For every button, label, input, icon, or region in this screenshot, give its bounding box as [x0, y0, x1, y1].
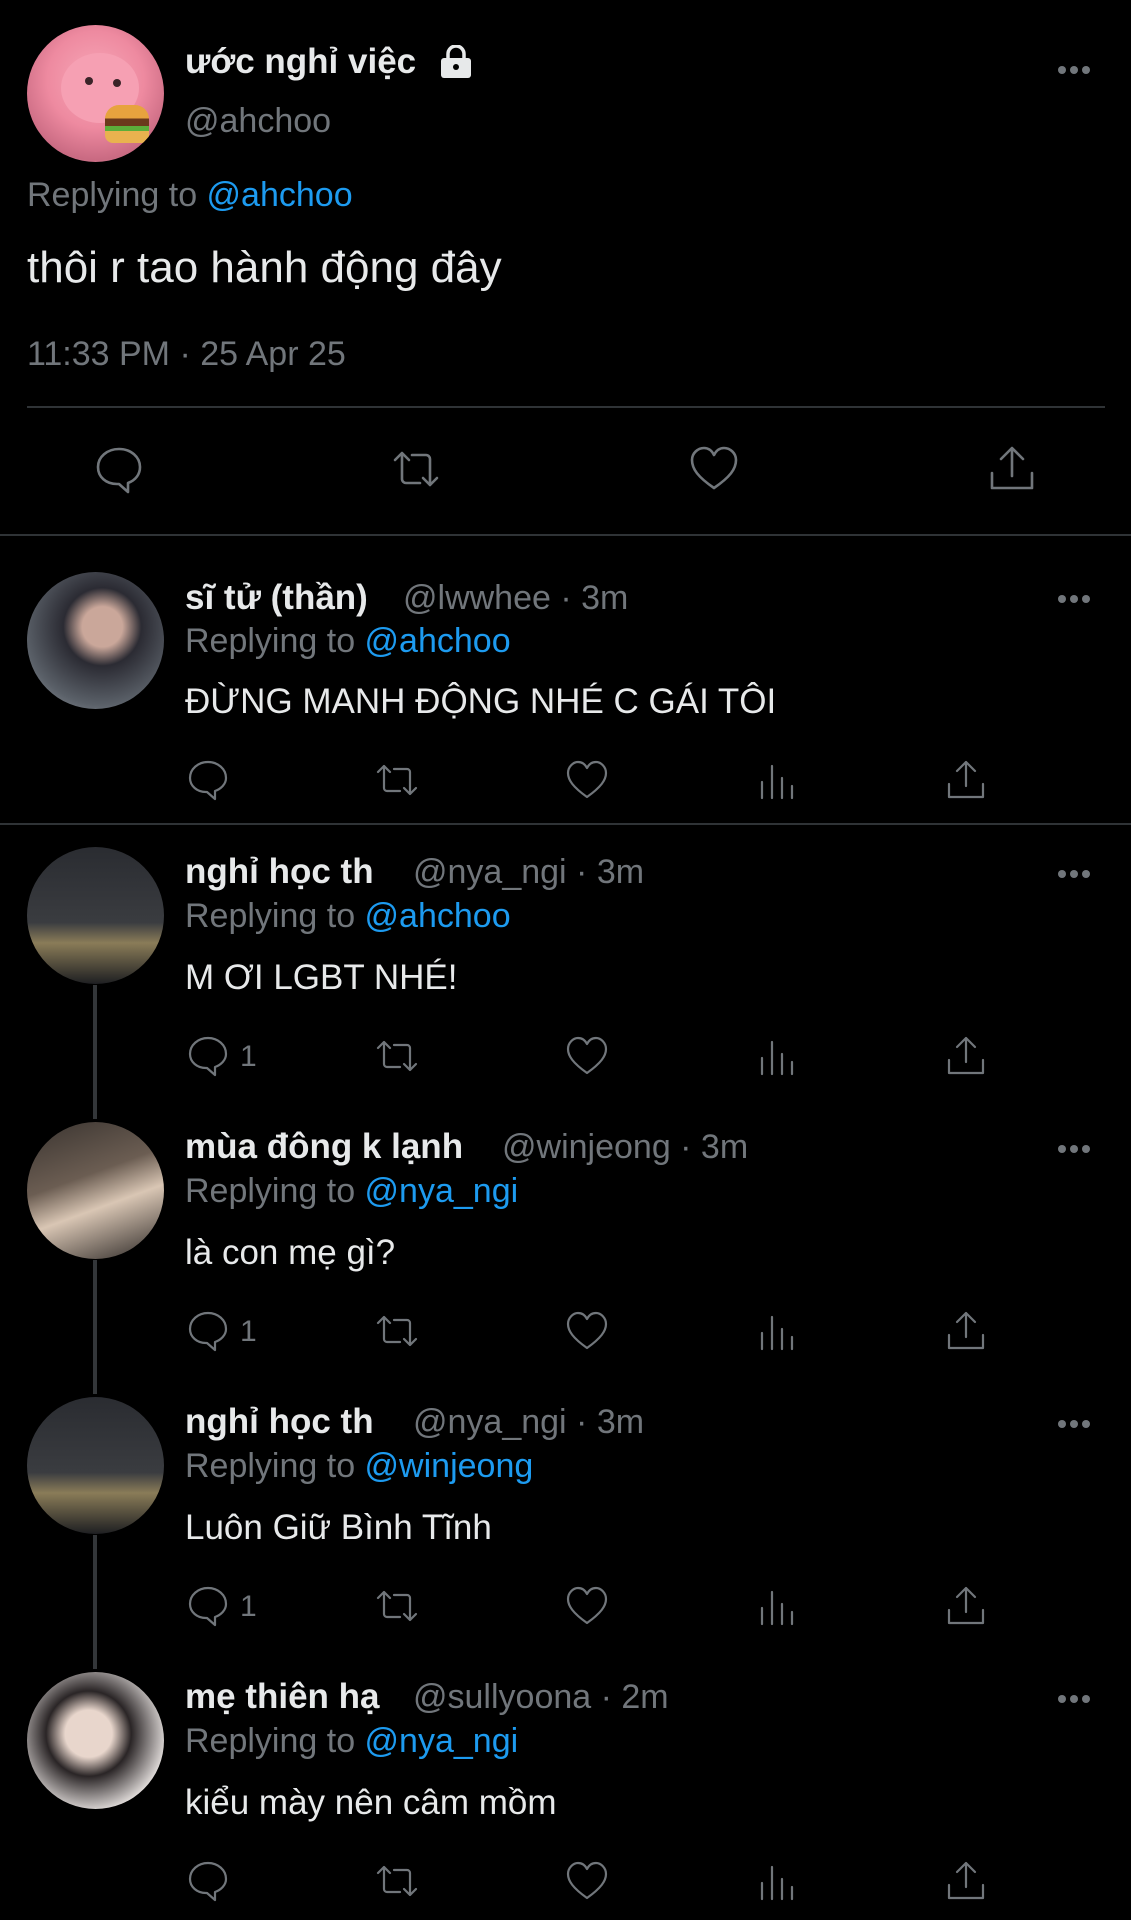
- like-icon[interactable]: [565, 1034, 609, 1078]
- display-name[interactable]: nghỉ học th: [185, 852, 374, 892]
- reply-icon[interactable]: [93, 443, 145, 495]
- tweet-text: kiểu mày nên câm mồm: [185, 1783, 557, 1822]
- retweet-icon[interactable]: [375, 1034, 419, 1078]
- handle-time[interactable]: @nya_ngi · 3m: [413, 853, 644, 892]
- replying-to: Replying to @nya_ngi: [185, 1172, 518, 1211]
- lock-icon: [437, 45, 475, 79]
- views-icon[interactable]: [755, 1309, 799, 1353]
- display-name[interactable]: nghỉ học th: [185, 1402, 374, 1442]
- share-icon[interactable]: [944, 1859, 988, 1903]
- reply-count: 1: [240, 1315, 257, 1348]
- like-icon[interactable]: [565, 1309, 609, 1353]
- avatar[interactable]: [27, 847, 164, 984]
- more-icon[interactable]: [1058, 1145, 1092, 1155]
- share-icon[interactable]: [944, 1034, 988, 1078]
- views-icon[interactable]: [755, 1859, 799, 1903]
- replying-prefix: Replying to: [185, 1447, 365, 1485]
- retweet-icon[interactable]: [390, 443, 442, 495]
- views-icon[interactable]: [755, 1584, 799, 1628]
- replying-to: Replying to @ahchoo: [185, 897, 511, 936]
- replying-prefix: Replying to: [185, 622, 365, 660]
- replying-to: Replying to @ahchoo: [27, 176, 353, 215]
- mention-link[interactable]: @winjeong: [365, 1447, 534, 1485]
- tweet-text: thôi r tao hành động đây: [27, 243, 502, 292]
- reply-icon[interactable]: [186, 1034, 230, 1078]
- tweet-text: M ƠI LGBT NHÉ!: [185, 958, 458, 997]
- replying-prefix: Replying to: [185, 1722, 365, 1760]
- reply-count: 1: [240, 1040, 257, 1073]
- replying-prefix: Replying to: [27, 176, 207, 214]
- user-handle[interactable]: @ahchoo: [185, 102, 331, 141]
- views-icon[interactable]: [755, 1034, 799, 1078]
- replying-to: Replying to @winjeong: [185, 1447, 533, 1486]
- divider: [27, 406, 1105, 408]
- more-icon[interactable]: [1058, 1420, 1092, 1430]
- avatar[interactable]: [27, 1122, 164, 1259]
- views-icon[interactable]: [755, 758, 799, 802]
- replying-to: Replying to @ahchoo: [185, 622, 511, 661]
- retweet-icon[interactable]: [375, 1309, 419, 1353]
- retweet-icon[interactable]: [375, 1584, 419, 1628]
- tweet-text: ĐỪNG MANH ĐỘNG NHÉ C GÁI TÔI: [185, 682, 777, 721]
- like-icon[interactable]: [565, 758, 609, 802]
- share-icon[interactable]: [944, 1584, 988, 1628]
- like-icon[interactable]: [688, 443, 740, 495]
- mention-link[interactable]: @nya_ngi: [365, 1722, 519, 1760]
- mention-link[interactable]: @ahchoo: [207, 176, 353, 214]
- reply-icon[interactable]: [186, 1859, 230, 1903]
- avatar[interactable]: [27, 572, 164, 709]
- tweet-text: Luôn Giữ Bình Tĩnh: [185, 1508, 492, 1547]
- timestamp[interactable]: 11:33 PM · 25 Apr 25: [27, 335, 346, 374]
- reply-icon[interactable]: [186, 1309, 230, 1353]
- reply-count: 1: [240, 1590, 257, 1623]
- handle-time[interactable]: @nya_ngi · 3m: [413, 1403, 644, 1442]
- handle-time[interactable]: @lwwhee · 3m: [403, 579, 628, 618]
- like-icon[interactable]: [565, 1859, 609, 1903]
- reply-icon[interactable]: [186, 758, 230, 802]
- display-name[interactable]: mùa đông k lạnh: [185, 1127, 463, 1167]
- replying-prefix: Replying to: [185, 1172, 365, 1210]
- main-tweet: ước nghỉ việc @ahchoo Replying to @ahcho…: [0, 0, 1131, 535]
- display-name[interactable]: ước nghỉ việc: [185, 42, 416, 82]
- avatar[interactable]: [27, 1672, 164, 1809]
- more-icon[interactable]: [1058, 595, 1092, 605]
- mention-link[interactable]: @nya_ngi: [365, 1172, 519, 1210]
- handle-time[interactable]: @sullyoona · 2m: [413, 1678, 669, 1717]
- more-icon[interactable]: [1058, 870, 1092, 880]
- reply-tweet[interactable]: mùa đông k lạnh @winjeong · 3m Replying …: [0, 1100, 1131, 1375]
- display-name[interactable]: sĩ tử (thần): [185, 578, 368, 618]
- retweet-icon[interactable]: [375, 758, 419, 802]
- like-icon[interactable]: [565, 1584, 609, 1628]
- reply-tweet[interactable]: mẹ thiên hạ @sullyoona · 2m Replying to …: [0, 1650, 1131, 1920]
- reply-tweet[interactable]: nghỉ học th @nya_ngi · 3m Replying to @w…: [0, 1375, 1131, 1650]
- avatar[interactable]: [27, 25, 164, 162]
- replying-prefix: Replying to: [185, 897, 365, 935]
- reply-tweet[interactable]: sĩ tử (thần) @lwwhee · 3m Replying to @a…: [0, 536, 1131, 824]
- display-name[interactable]: mẹ thiên hạ: [185, 1677, 379, 1717]
- mention-link[interactable]: @ahchoo: [365, 622, 511, 660]
- reply-icon[interactable]: [186, 1584, 230, 1628]
- share-icon[interactable]: [986, 443, 1038, 495]
- share-icon[interactable]: [944, 758, 988, 802]
- mention-link[interactable]: @ahchoo: [365, 897, 511, 935]
- more-icon[interactable]: [1058, 66, 1092, 76]
- replying-to: Replying to @nya_ngi: [185, 1722, 518, 1761]
- tweet-text: là con mẹ gì?: [185, 1233, 396, 1272]
- handle-time[interactable]: @winjeong · 3m: [502, 1128, 748, 1167]
- more-icon[interactable]: [1058, 1695, 1092, 1705]
- reply-tweet[interactable]: nghỉ học th @nya_ngi · 3m Replying to @a…: [0, 825, 1131, 1100]
- avatar[interactable]: [27, 1397, 164, 1534]
- retweet-icon[interactable]: [375, 1859, 419, 1903]
- share-icon[interactable]: [944, 1309, 988, 1353]
